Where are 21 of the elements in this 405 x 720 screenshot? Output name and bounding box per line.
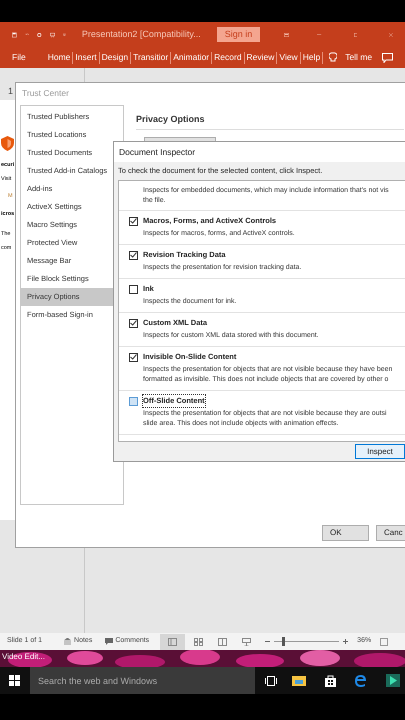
desktop-icon-label[interactable]: Video Edit... — [2, 651, 45, 663]
dialog-title: Trust Center — [22, 87, 69, 100]
ribbon-tab[interactable]: Help — [300, 51, 322, 64]
tell-me-field[interactable]: Tell me — [345, 51, 372, 64]
dialog-title: Document Inspector — [114, 142, 405, 162]
ribbon-tab[interactable]: Animatior — [171, 51, 212, 64]
ribbon-tab[interactable]: File — [12, 51, 26, 64]
window-title: Presentation2 [Compatibility... — [82, 28, 201, 41]
dialog-button[interactable]: Canc — [376, 525, 405, 541]
inspect-button[interactable]: Inspect — [355, 444, 405, 459]
ribbon-tab[interactable]: Design — [100, 51, 130, 64]
ribbon-tab[interactable]: Transitior — [131, 51, 170, 64]
ribbon-tab[interactable]: Insert — [73, 51, 99, 64]
ribbon-tab[interactable]: Home — [46, 51, 72, 64]
dialog-button[interactable]: OK — [322, 525, 369, 541]
ribbon-tab[interactable]: Record — [212, 51, 244, 64]
ribbon-tab[interactable]: View — [277, 51, 300, 64]
ribbon-tab[interactable]: Review — [244, 51, 276, 64]
search-field[interactable]: Search the web and Windows — [30, 667, 255, 694]
slide-number: 1 — [8, 86, 14, 96]
section-heading: Privacy Options — [136, 113, 205, 126]
